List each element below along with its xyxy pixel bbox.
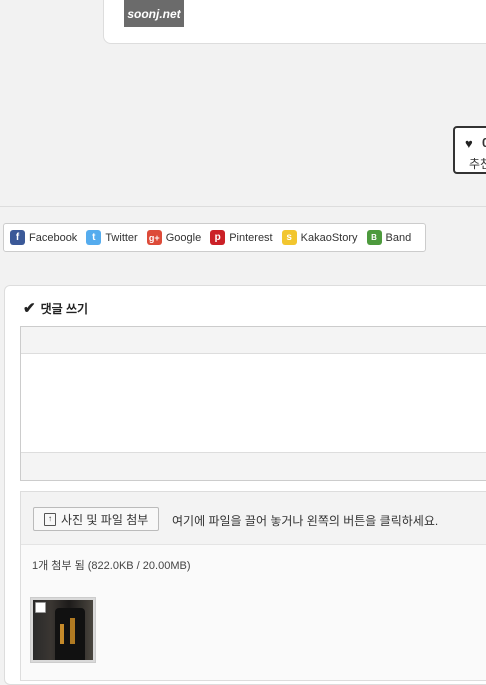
section-divider <box>0 206 486 207</box>
comment-title-text: 댓글 쓰기 <box>40 301 89 316</box>
heart-icon: ♥ <box>465 136 473 151</box>
share-kakaostory[interactable]: s KakaoStory <box>281 230 358 245</box>
drop-hint: 여기에 파일을 끌어 놓거나 왼쪽의 버튼을 클릭하세요. <box>172 514 439 528</box>
file-upload-area: ↑ 사진 및 파일 첨부 여기에 파일을 끌어 놓거나 왼쪽의 버튼을 클릭하세… <box>20 491 486 681</box>
comment-editor <box>20 326 486 481</box>
attach-file-button[interactable]: ↑ 사진 및 파일 첨부 <box>33 507 160 531</box>
site-logo: soonj.net <box>124 0 184 27</box>
band-icon: B <box>366 230 382 245</box>
recommend-count: 0 <box>482 135 486 150</box>
pinterest-icon: p <box>210 230 226 245</box>
share-band[interactable]: B Band <box>366 230 412 245</box>
share-label: Pinterest <box>229 231 273 244</box>
editor-toolbar[interactable] <box>21 327 486 354</box>
share-pinterest[interactable]: p Pinterest <box>210 230 273 245</box>
comment-title: ✔ 댓글 쓰기 <box>23 299 88 317</box>
attach-button-label: 사진 및 파일 첨부 <box>61 512 149 527</box>
upload-icon: ↑ <box>44 512 56 526</box>
twitter-icon: t <box>86 230 102 245</box>
facebook-icon: f <box>10 230 25 245</box>
share-label: KakaoStory <box>300 231 358 244</box>
check-icon: ✔ <box>23 300 36 317</box>
comment-textarea[interactable] <box>21 354 486 454</box>
share-bar: f Facebook t Twitter g+ Google p Pintere… <box>3 223 426 252</box>
google-plus-icon: g+ <box>146 230 162 245</box>
recommend-button[interactable]: ♥ 0 추천 <box>453 126 486 174</box>
kakaostory-icon: s <box>281 230 297 245</box>
share-twitter[interactable]: t Twitter <box>86 230 138 245</box>
share-label: Band <box>385 231 412 244</box>
editor-statusbar <box>21 452 486 480</box>
recommend-label: 추천 <box>469 157 486 171</box>
share-label: Twitter <box>105 231 138 244</box>
attachment-thumbnail[interactable] <box>30 597 96 663</box>
share-facebook[interactable]: f Facebook <box>10 230 77 245</box>
share-google[interactable]: g+ Google <box>146 230 202 245</box>
bottle-label-stripe <box>60 624 64 644</box>
attachment-status: 1개 첨부 됨 (822.0KB / 20.00MB) <box>32 560 191 572</box>
attachment-select-checkbox[interactable] <box>35 602 46 613</box>
share-label: Facebook <box>29 231 78 244</box>
share-label: Google <box>165 231 202 244</box>
bottle-label-stripe <box>70 618 75 644</box>
upload-dropzone[interactable]: ↑ 사진 및 파일 첨부 여기에 파일을 끌어 놓거나 왼쪽의 버튼을 클릭하세… <box>21 492 486 545</box>
